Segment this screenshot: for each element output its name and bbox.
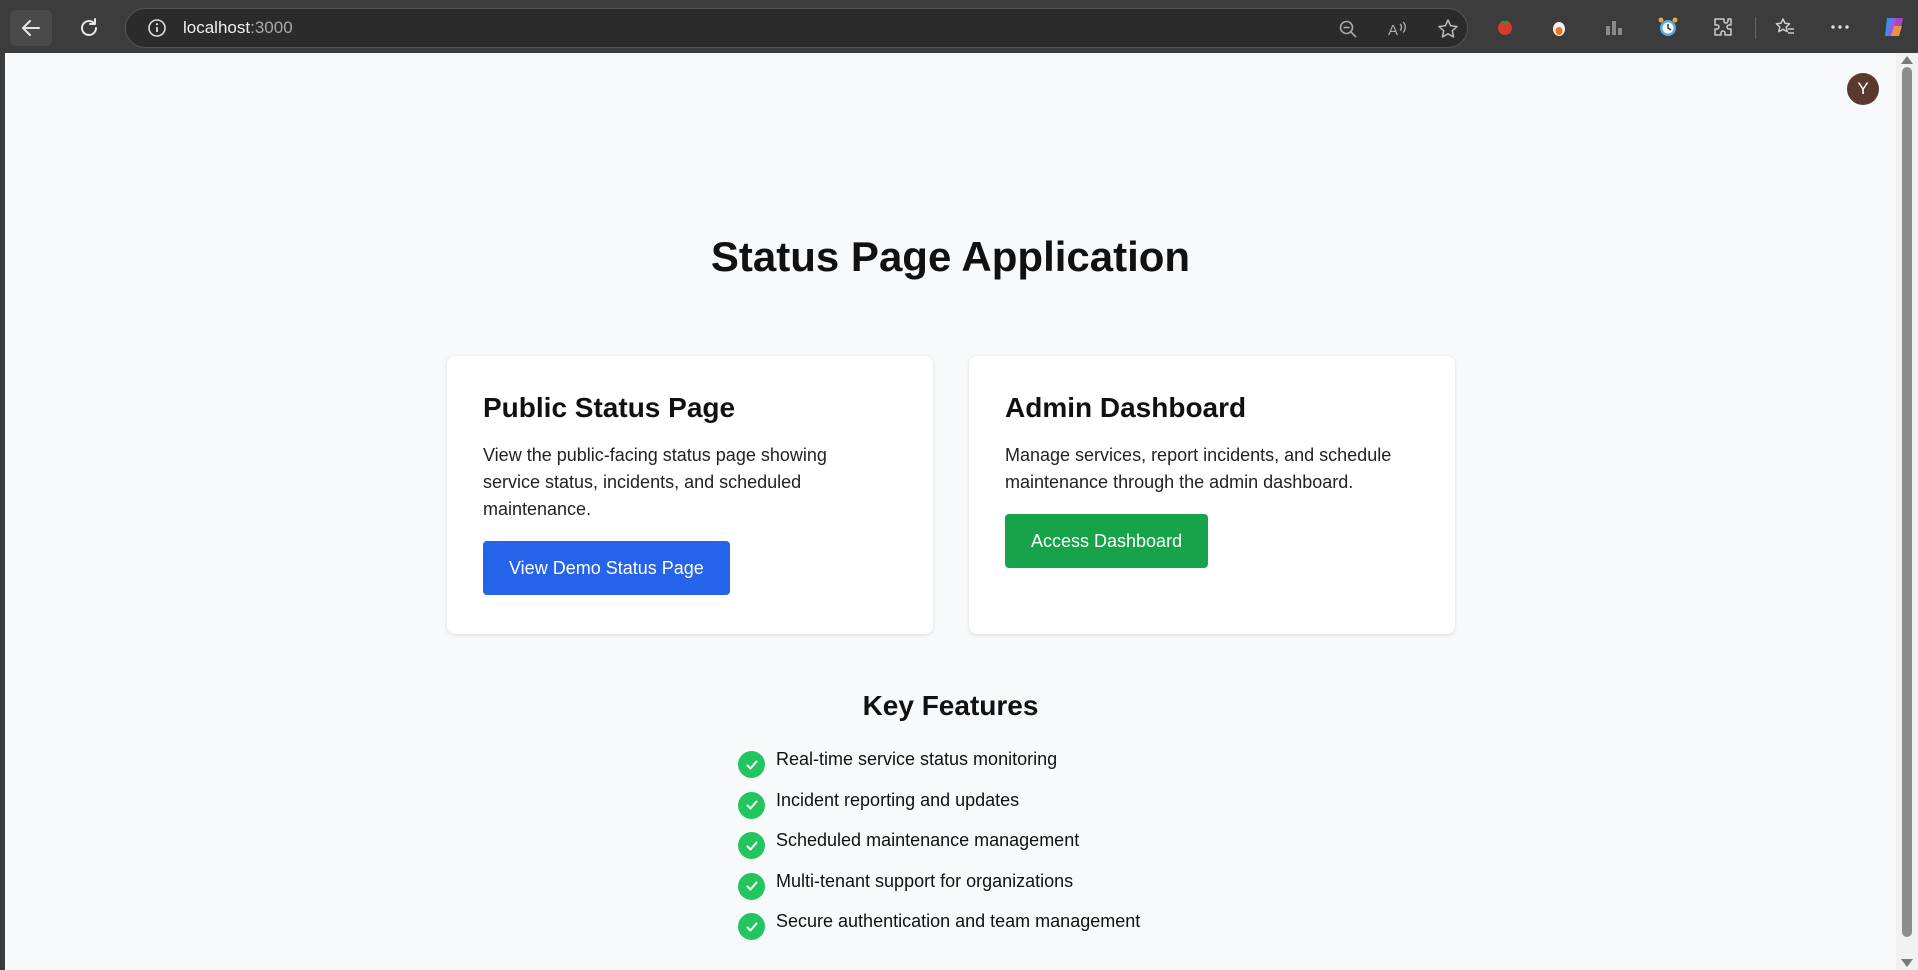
check-icon [738, 872, 765, 900]
scroll-up-arrow-icon[interactable] [1901, 56, 1913, 64]
browser-toolbar: localhost:3000 A [0, 0, 1918, 53]
card-description: View the public-facing status page showi… [483, 445, 827, 519]
check-icon [738, 791, 765, 819]
extension-tomato-icon[interactable] [1492, 14, 1518, 40]
vertical-scrollbar[interactable] [1896, 53, 1918, 970]
feature-item: Real-time service status monitoring [738, 742, 1140, 783]
address-bar[interactable]: localhost:3000 A [125, 8, 1468, 48]
favorite-star-icon[interactable] [1436, 17, 1460, 41]
feature-text: Real-time service status monitoring [776, 749, 1058, 770]
svg-text:A: A [1388, 22, 1398, 39]
feature-item: Multi-tenant support for organizations [738, 864, 1140, 905]
reload-button[interactable] [68, 10, 110, 46]
feature-text: Incident reporting and updates [776, 789, 1020, 810]
toolbar-separator [1755, 17, 1756, 39]
extensions-puzzle-icon[interactable] [1710, 14, 1736, 40]
view-demo-status-page-button[interactable]: View Demo Status Page [483, 541, 730, 595]
public-status-card: Public Status Page View the public-facin… [447, 356, 933, 634]
back-button[interactable] [10, 10, 52, 46]
card-title: Admin Dashboard [1005, 392, 1247, 423]
read-aloud-icon[interactable]: A [1386, 17, 1410, 41]
feature-text: Secure authentication and team managemen… [776, 911, 1141, 932]
zoom-icon[interactable] [1336, 17, 1360, 41]
admin-dashboard-card: Admin Dashboard Manage services, report … [969, 356, 1455, 634]
extension-alarm-icon[interactable] [1655, 14, 1681, 40]
feature-text: Scheduled maintenance management [776, 830, 1080, 851]
extension-flame-icon[interactable] [1546, 14, 1572, 40]
avatar-initial: Y [1857, 79, 1869, 98]
check-icon [738, 913, 765, 941]
feature-item: Secure authentication and team managemen… [738, 904, 1140, 945]
card-title: Public Status Page [483, 392, 736, 423]
feature-item: Scheduled maintenance management [738, 823, 1140, 864]
site-info-icon[interactable] [146, 17, 168, 39]
url-host: localhost [183, 18, 251, 37]
check-icon [738, 751, 765, 779]
back-arrow-icon [22, 20, 40, 36]
more-options-icon[interactable] [1827, 14, 1853, 40]
scroll-down-arrow-icon[interactable] [1901, 959, 1913, 967]
extension-chart-icon[interactable] [1601, 14, 1627, 40]
reload-icon [81, 18, 97, 36]
page-title: Status Page Application [710, 233, 1191, 280]
copilot-icon[interactable] [1881, 14, 1907, 40]
favorites-icon[interactable] [1772, 14, 1798, 40]
url-port: :3000 [250, 18, 293, 37]
url-text: localhost:3000 [183, 18, 293, 38]
scrollbar-thumb[interactable] [1902, 67, 1912, 937]
feature-item: Incident reporting and updates [738, 783, 1140, 824]
user-avatar[interactable]: Y [1847, 73, 1879, 105]
card-description: Manage services, report incidents, and s… [1005, 445, 1392, 492]
feature-text: Multi-tenant support for organizations [776, 870, 1074, 891]
check-icon [738, 832, 765, 860]
features-list: Real-time service status monitoring Inci… [738, 742, 1140, 945]
features-title: Key Features [862, 690, 1039, 721]
access-dashboard-button[interactable]: Access Dashboard [1005, 514, 1209, 568]
